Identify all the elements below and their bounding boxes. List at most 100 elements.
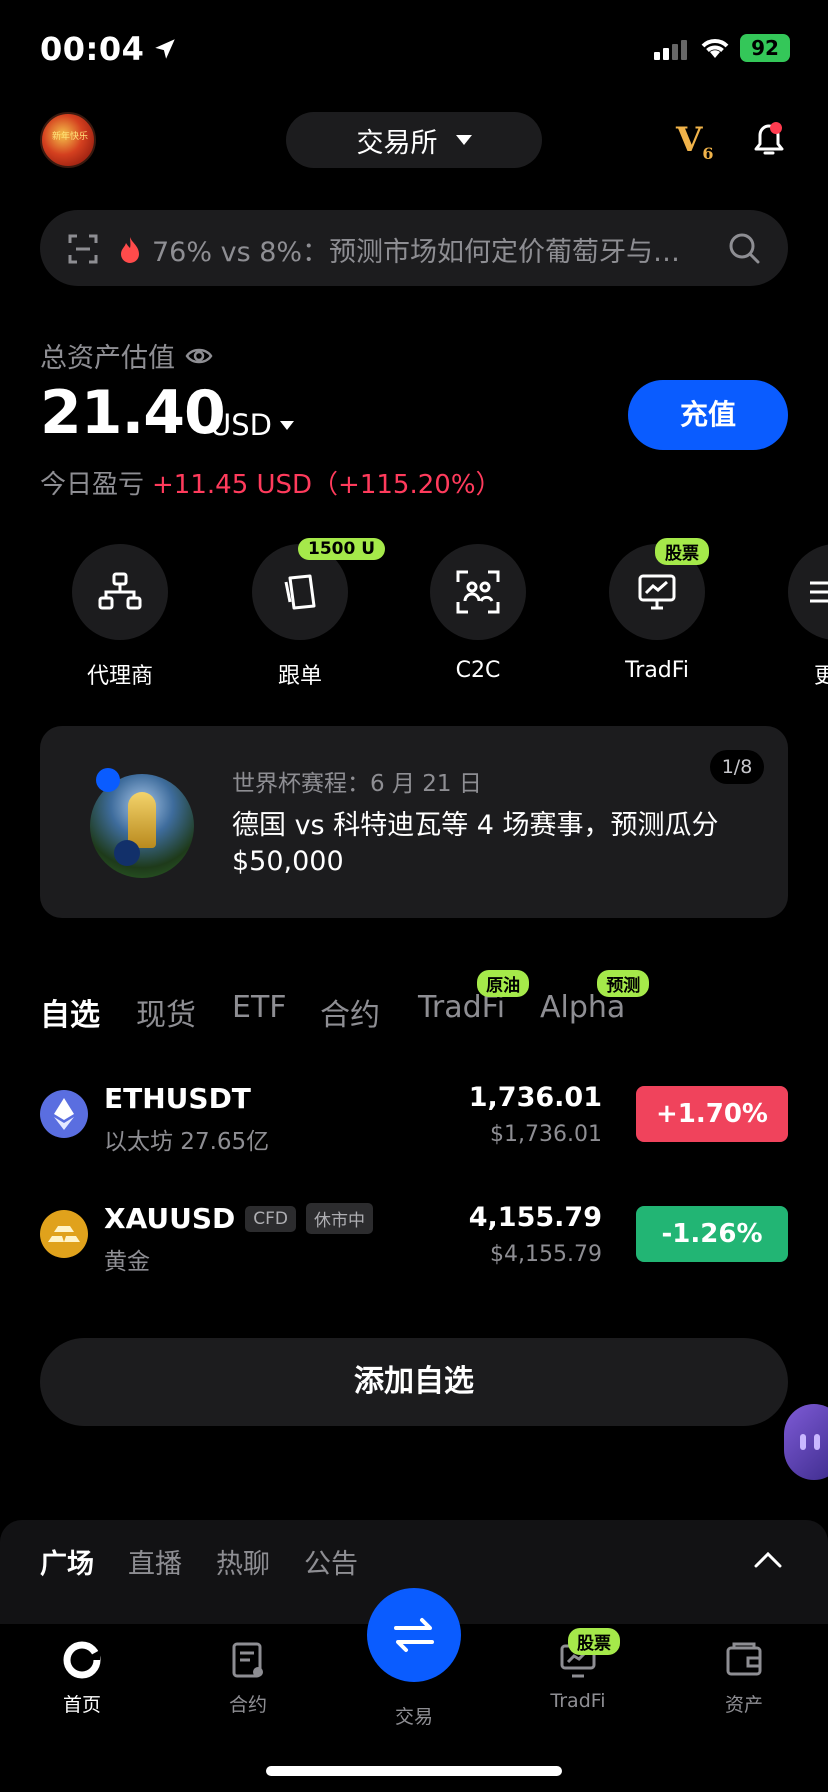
nav-assets[interactable]: 资产 — [684, 1640, 804, 1717]
last-price: 4,155.79 — [468, 1202, 602, 1233]
notification-dot — [770, 122, 782, 134]
tab-tradfi[interactable]: TradFi 原油 — [418, 970, 530, 1025]
shortcut-copy-trade[interactable]: 跟单 1500 U — [252, 538, 386, 690]
nav-trade[interactable]: 交易 — [354, 1696, 474, 1729]
currency-selector[interactable]: USD — [210, 408, 294, 442]
gold-bars-shape — [48, 1226, 80, 1242]
gold-coin-icon — [40, 1210, 88, 1258]
nav-badge: 股票 — [568, 1628, 620, 1655]
search-trending-text[interactable]: 76% vs 8%：预测市场如何定价葡萄牙与… — [152, 230, 692, 269]
shortcut-more[interactable]: 更 — [788, 544, 828, 690]
shortcut-badge: 1500 U — [298, 538, 386, 560]
avatar[interactable]: 新年快乐 — [40, 112, 96, 168]
nav-label: 资产 — [724, 1694, 763, 1716]
tab-etf[interactable]: ETF — [232, 990, 287, 1025]
tab-label: 自选 — [40, 998, 100, 1033]
change-badge[interactable]: -1.26% — [636, 1206, 788, 1262]
tab-alpha[interactable]: Alpha 预测 — [540, 970, 650, 1025]
market-closed-tag: 休市中 — [306, 1203, 374, 1234]
deposit-button[interactable]: 充值 — [628, 380, 788, 450]
chevron-up-icon[interactable] — [754, 1550, 782, 1568]
home-icon — [63, 1641, 101, 1679]
caret-down-icon — [279, 420, 294, 430]
tab-watchlist[interactable]: 自选 — [40, 990, 100, 1034]
banner-title: 德国 vs 科特迪瓦等 4 场赛事，预测瓜分 $50,000 — [232, 810, 719, 877]
vip-level-badge[interactable]: V6 — [676, 120, 714, 163]
shortcut-agent-circle — [72, 544, 168, 640]
exchange-label: 交易所 — [356, 127, 438, 159]
shortcut-label: TradFi — [625, 658, 689, 683]
symbol-sub: 黄金 — [104, 1249, 150, 1275]
tab-badge: 预测 — [597, 970, 650, 997]
wifi-icon — [701, 39, 729, 58]
change-badge[interactable]: +1.70% — [636, 1086, 788, 1142]
tab-spot[interactable]: 现货 — [136, 990, 196, 1034]
battery-indicator: 92 — [740, 34, 790, 62]
tab-label: 现货 — [136, 998, 196, 1033]
tab-hot-chat[interactable]: 热聊 — [216, 1542, 270, 1581]
nav-label: 合约 — [228, 1694, 267, 1716]
floating-assistant-button[interactable] — [784, 1404, 828, 1480]
shortcut-label: 跟单 — [277, 664, 322, 689]
exchange-selector[interactable]: 交易所 — [286, 112, 542, 168]
tab-live[interactable]: 直播 — [128, 1542, 182, 1581]
nav-home[interactable]: 首页 — [22, 1640, 142, 1717]
tab-label: ETF — [232, 990, 287, 1025]
symbol-name: XAUUSD — [104, 1202, 236, 1235]
cards-icon — [284, 574, 316, 610]
shortcut-tradfi[interactable]: TradFi 股票 — [609, 538, 709, 683]
caret-down-icon — [455, 135, 472, 145]
shortcut-more-circle — [788, 544, 828, 640]
tab-announcement[interactable]: 公告 — [304, 1542, 358, 1581]
currency-label: USD — [210, 408, 272, 442]
eth-coin-icon — [40, 1090, 88, 1138]
price-usd: $1,736.01 — [490, 1122, 602, 1147]
status-time: 00:04 — [40, 30, 178, 68]
location-arrow-icon — [155, 39, 176, 59]
symbol-row: XAUUSD CFD 休市中 — [104, 1202, 374, 1235]
contract-icon — [232, 1642, 263, 1678]
swap-arrows-icon — [394, 1618, 434, 1652]
total-assets-label: 总资产估值 — [40, 336, 213, 375]
eye-icon[interactable] — [185, 346, 213, 366]
pnl-value: +11.45 USD（+115.20%） — [152, 470, 502, 500]
price-usd: $4,155.79 — [490, 1242, 602, 1267]
today-pnl: 今日盈亏 +11.45 USD（+115.20%） — [40, 464, 502, 501]
tab-square[interactable]: 广场 — [40, 1542, 94, 1581]
fire-icon — [121, 237, 139, 263]
shortcut-label: 代理商 — [86, 664, 153, 689]
vip-level: 6 — [702, 143, 714, 163]
nav-label: 交易 — [394, 1706, 433, 1728]
nav-tradfi[interactable]: 股票 TradFi — [518, 1628, 638, 1712]
symbol-name: ETHUSDT — [104, 1082, 251, 1115]
assistant-icon — [800, 1434, 820, 1450]
cfd-tag: CFD — [245, 1205, 297, 1232]
symbol-sub: 以太坊 27.65亿 — [104, 1129, 270, 1155]
trophy-shape — [128, 792, 156, 848]
scan-icon[interactable] — [68, 234, 98, 264]
nav-futures[interactable]: 合约 — [188, 1640, 308, 1717]
eth-diamond-shape — [54, 1098, 74, 1130]
nav-label: TradFi — [550, 1690, 606, 1712]
org-chart-icon — [98, 572, 142, 610]
avatar-text: 新年快乐 — [51, 132, 88, 142]
search-icon[interactable] — [728, 232, 760, 264]
menu-icon — [810, 581, 828, 603]
total-assets-value: 21.40 — [40, 378, 226, 448]
home-indicator — [266, 1766, 562, 1776]
shortcut-c2c[interactable]: C2C — [430, 544, 526, 683]
c2c-users-icon — [456, 570, 500, 614]
last-price: 1,736.01 — [468, 1082, 602, 1113]
tab-futures[interactable]: 合约 — [320, 990, 380, 1034]
monitor-chart-icon — [638, 574, 676, 610]
ball-shape — [114, 840, 140, 866]
brand-dot — [96, 768, 120, 792]
trade-button[interactable] — [367, 1588, 461, 1682]
shortcut-agent[interactable]: 代理商 — [72, 544, 168, 690]
shortcut-label: 更 — [814, 664, 828, 689]
pnl-label: 今日盈亏 — [40, 470, 145, 500]
add-watchlist-button[interactable]: 添加自选 — [40, 1338, 788, 1426]
tab-label: 合约 — [320, 998, 380, 1033]
cellular-signal-icon — [654, 40, 687, 60]
tab-badge: 原油 — [477, 970, 530, 997]
